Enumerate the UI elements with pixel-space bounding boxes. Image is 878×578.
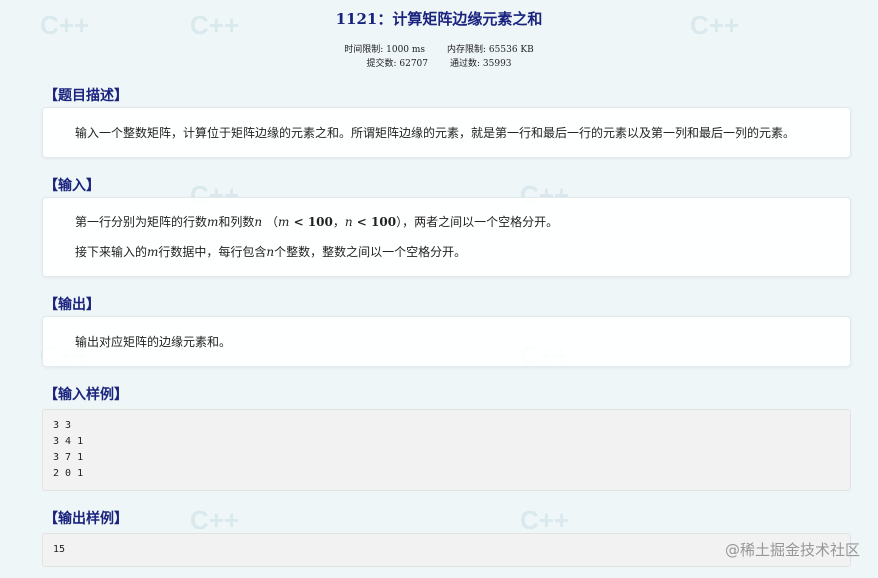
output-card: 输出对应矩阵的边缘元素和。 (42, 316, 851, 367)
time-limit: 时间限制: 1000 ms (344, 45, 426, 55)
output-heading: 【输出】 (44, 297, 100, 313)
memory-limit: 内存限制: 65536 KB (447, 45, 534, 55)
description-heading: 【题目描述】 (44, 88, 128, 104)
input-line-1: 第一行分别为矩阵的行数m和列数n （m < 100，n < 100），两者之间以… (75, 215, 559, 229)
code-line: 3 7 1 (53, 452, 84, 463)
submission-count: 提交数: 62707 (366, 59, 428, 69)
output-text: 输出对应矩阵的边缘元素和。 (75, 335, 232, 349)
description-text: 输入一个整数矩阵，计算位于矩阵边缘的元素之和。所谓矩阵边缘的元素，就是第一行和最… (75, 126, 796, 140)
sample-output-heading: 【输出样例】 (44, 511, 128, 527)
code-line: 2 0 1 (53, 468, 84, 479)
watermark-cpp: C++ (190, 505, 240, 535)
accepted-count: 通过数: 35993 (450, 59, 512, 69)
input-line-2: 接下来输入的m行数据中，每行包含n个整数，整数之间以一个空格分开。 (75, 245, 467, 259)
site-watermark: @稀土掘金技术社区 (724, 541, 860, 559)
input-card: 第一行分别为矩阵的行数m和列数n （m < 100，n < 100），两者之间以… (42, 197, 851, 277)
code-line: 3 3 (53, 420, 72, 431)
problem-limits: 时间限制: 1000 ms 内存限制: 65536 KB (0, 42, 878, 55)
description-card: 输入一个整数矩阵，计算位于矩阵边缘的元素之和。所谓矩阵边缘的元素，就是第一行和最… (42, 107, 851, 158)
code-line: 3 4 1 (53, 436, 84, 447)
page-title: 1121：计算矩阵边缘元素之和 (335, 10, 543, 28)
input-heading: 【输入】 (44, 178, 100, 194)
problem-stats: 提交数: 62707 通过数: 35993 (0, 56, 878, 69)
sample-input-heading: 【输入样例】 (44, 387, 128, 403)
sample-input-block: 3 3 3 4 1 3 7 1 2 0 1 (42, 409, 851, 491)
watermark-cpp: C++ (520, 505, 570, 535)
